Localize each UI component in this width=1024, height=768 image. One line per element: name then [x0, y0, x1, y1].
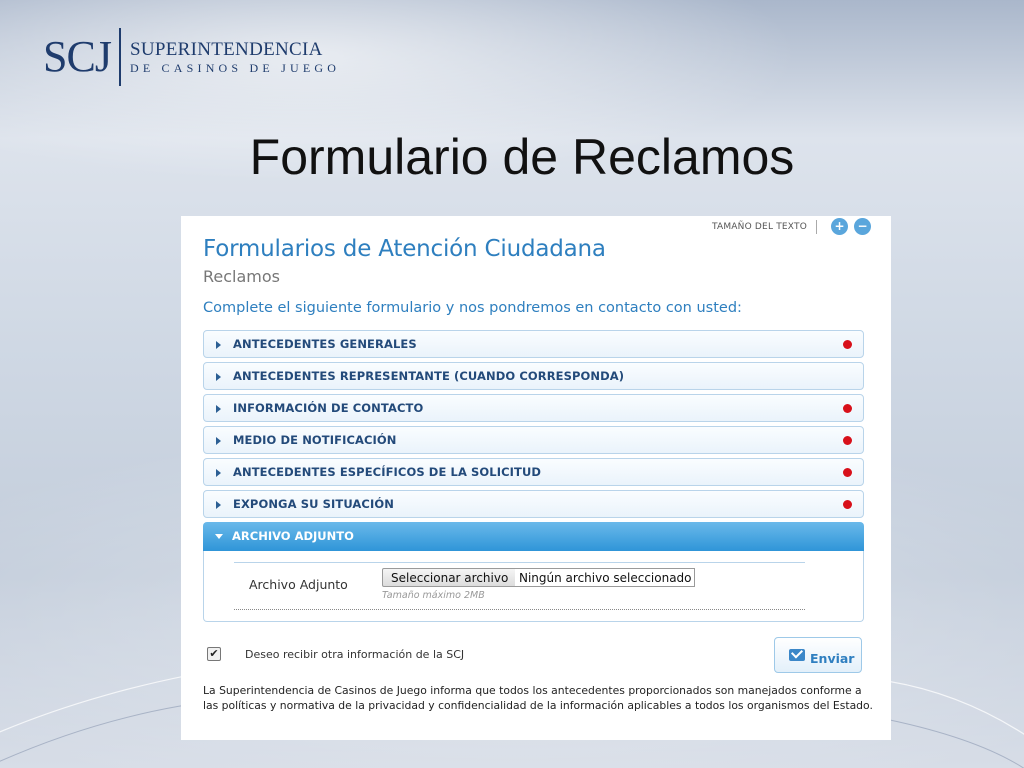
newsletter-checkbox-label: Deseo recibir otra información de la SCJ	[245, 648, 465, 661]
choose-file-button[interactable]: Seleccionar archivo	[382, 568, 518, 587]
required-dot-icon	[843, 404, 852, 413]
section-informacion-contacto[interactable]: INFORMACIÓN DE CONTACTO	[203, 394, 864, 422]
form-title: Formularios de Atención Ciudadana	[203, 236, 606, 262]
send-button-label: Enviar	[810, 651, 855, 666]
section-medio-notificacion[interactable]: MEDIO DE NOTIFICACIÓN	[203, 426, 864, 454]
section-label: ANTECEDENTES ESPECÍFICOS DE LA SOLICITUD	[233, 465, 542, 479]
logo-line1: SUPERINTENDENCIA	[129, 39, 323, 60]
caret-right-icon	[216, 469, 221, 477]
section-antecedentes-generales[interactable]: ANTECEDENTES GENERALES	[203, 330, 864, 358]
decrease-text-button[interactable]: −	[854, 218, 871, 235]
section-label: ARCHIVO ADJUNTO	[232, 529, 354, 543]
section-antecedentes-representante[interactable]: ANTECEDENTES REPRESENTANTE (CUANDO CORRE…	[203, 362, 864, 390]
attachment-field-label: Archivo Adjunto	[249, 577, 348, 592]
attachment-row: Archivo Adjunto Seleccionar archivo Ning…	[234, 562, 805, 610]
section-label: EXPONGA SU SITUACIÓN	[233, 497, 394, 511]
logo-divider	[118, 28, 121, 86]
caret-right-icon	[216, 437, 221, 445]
caret-right-icon	[216, 501, 221, 509]
form-subtitle: Reclamos	[203, 267, 280, 286]
section-label: ANTECEDENTES REPRESENTANTE (CUANDO CORRE…	[233, 369, 625, 383]
caret-right-icon	[216, 373, 221, 381]
section-antecedentes-especificos[interactable]: ANTECEDENTES ESPECÍFICOS DE LA SOLICITUD	[203, 458, 864, 486]
envelope-icon	[789, 649, 805, 661]
file-size-hint: Tamaño máximo 2MB	[382, 590, 485, 601]
send-button[interactable]: Enviar	[774, 637, 862, 673]
caret-right-icon	[216, 405, 221, 413]
section-exponga-situacion[interactable]: EXPONGA SU SITUACIÓN	[203, 490, 864, 518]
required-dot-icon	[843, 500, 852, 509]
form-intro: Complete el siguiente formulario y nos p…	[203, 300, 742, 316]
logo-line2: DE CASINOS DE JUEGO	[129, 61, 341, 75]
section-label: MEDIO DE NOTIFICACIÓN	[233, 433, 397, 447]
privacy-disclaimer: La Superintendencia de Casinos de Juego …	[203, 684, 873, 712]
required-dot-icon	[843, 468, 852, 477]
section-label: ANTECEDENTES GENERALES	[233, 337, 417, 351]
section-archivo-adjunto[interactable]: ARCHIVO ADJUNTO	[203, 522, 864, 551]
required-dot-icon	[843, 436, 852, 445]
caret-down-icon	[215, 534, 223, 539]
text-size-control: TAMAÑO DEL TEXTO + −	[712, 218, 871, 235]
text-size-label: TAMAÑO DEL TEXTO	[711, 221, 807, 232]
form-accordion: ANTECEDENTES GENERALES ANTECEDENTES REPR…	[203, 330, 864, 622]
logo-wordmark: SUPERINTENDENCIA DE CASINOS DE JUEGO	[130, 39, 340, 75]
scj-logo: SCJ SUPERINTENDENCIA DE CASINOS DE JUEGO	[43, 24, 340, 90]
file-status-text: Ningún archivo seleccionado	[515, 568, 695, 587]
logo-mark: SCJ	[43, 32, 112, 81]
newsletter-checkbox[interactable]: ✔	[207, 647, 221, 661]
archivo-adjunto-body: Archivo Adjunto Seleccionar archivo Ning…	[203, 551, 864, 622]
caret-right-icon	[216, 341, 221, 349]
form-screenshot-panel: TAMAÑO DEL TEXTO + − Formularios de Aten…	[181, 216, 891, 740]
increase-text-button[interactable]: +	[831, 218, 848, 235]
text-size-divider	[816, 219, 817, 234]
required-dot-icon	[843, 340, 852, 349]
section-label: INFORMACIÓN DE CONTACTO	[233, 401, 424, 415]
slide-title: Formulario de Reclamos	[249, 129, 795, 185]
